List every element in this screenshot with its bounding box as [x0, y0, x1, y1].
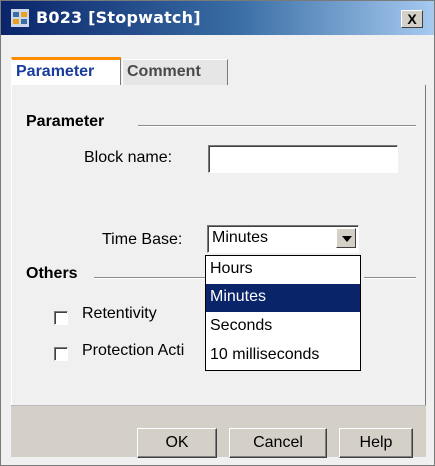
others-group-title: Others [26, 265, 78, 282]
close-button[interactable]: X [401, 10, 423, 28]
block-name-field[interactable] [208, 145, 398, 173]
protection-active-checkbox[interactable] [54, 347, 68, 361]
time-base-select[interactable]: Minutes [207, 225, 359, 253]
chevron-down-icon[interactable] [336, 228, 356, 248]
option-10-milliseconds[interactable]: 10 milliseconds [206, 342, 360, 370]
time-base-dropdown-list: Hours Minutes Seconds 10 milliseconds [205, 255, 361, 371]
time-base-value: Minutes [212, 229, 269, 246]
ok-button[interactable]: OK [137, 428, 217, 458]
window-title: B023 [Stopwatch] [36, 8, 201, 27]
retentivity-label: Retentivity [82, 305, 157, 322]
option-minutes[interactable]: Minutes [206, 284, 360, 312]
group-divider [94, 277, 206, 279]
title-bar[interactable]: B023 [Stopwatch] X [1, 1, 434, 35]
group-divider [364, 277, 416, 279]
dialog-window: B023 [Stopwatch] X Parameter Comment Par… [0, 0, 435, 466]
retentivity-checkbox[interactable] [54, 311, 68, 325]
parameter-group-title: Parameter [26, 113, 105, 130]
tab-parameter[interactable]: Parameter [11, 57, 121, 86]
cancel-button[interactable]: Cancel [229, 428, 327, 458]
option-hours[interactable]: Hours [206, 256, 360, 284]
group-divider [138, 125, 416, 127]
close-icon: X [407, 11, 417, 27]
option-seconds[interactable]: Seconds [206, 313, 360, 341]
tab-comment[interactable]: Comment [122, 59, 228, 86]
button-bar: OK Cancel Help [11, 405, 426, 458]
block-name-label: Block name: [84, 149, 173, 166]
time-base-label: Time Base: [102, 231, 183, 248]
protection-active-label: Protection Acti [82, 342, 185, 359]
block-app-icon [11, 9, 29, 27]
help-button[interactable]: Help [339, 428, 413, 458]
